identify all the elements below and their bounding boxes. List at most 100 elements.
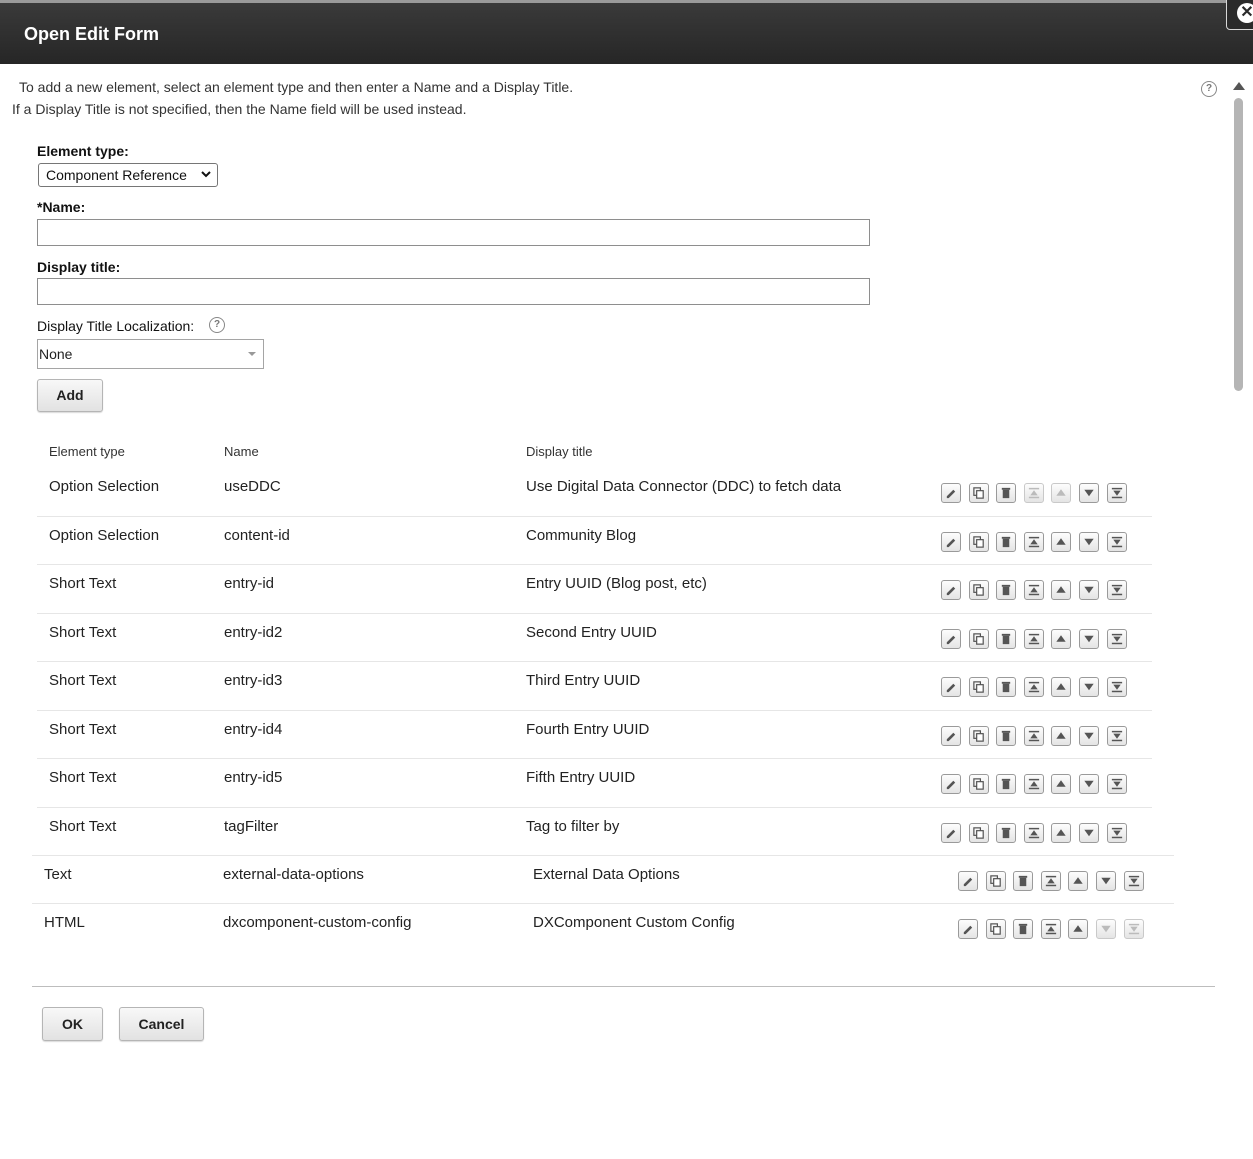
name-input[interactable] [37,219,870,246]
copy-icon[interactable] [985,919,1006,939]
row-display-title: Use Digital Data Connector (DDC) to fetc… [526,478,842,495]
edit-icon[interactable] [941,823,961,843]
table-row: Short Text entry-id2 Second Entry UUID [0,624,1253,672]
delete-icon[interactable] [996,629,1017,649]
edit-icon[interactable] [941,774,961,794]
move-up-icon[interactable] [1051,532,1072,552]
row-name: entry-id3 [224,672,283,689]
copy-icon[interactable] [968,580,989,600]
delete-icon[interactable] [996,677,1017,697]
row-actions [941,677,1134,697]
edit-icon[interactable] [941,629,961,649]
delete-icon[interactable] [996,580,1017,600]
edit-icon[interactable] [941,483,961,503]
display-title-input[interactable] [37,278,870,305]
caret-down-icon [248,352,256,356]
move-up-icon[interactable] [1068,919,1089,939]
edit-icon[interactable] [941,580,961,600]
delete-icon[interactable] [996,483,1017,503]
move-bottom-icon[interactable] [1106,726,1127,746]
copy-icon[interactable] [968,774,989,794]
row-element-type: Short Text [49,672,117,689]
move-top-icon[interactable] [1023,532,1044,552]
move-up-icon[interactable] [1051,677,1072,697]
delete-icon[interactable] [996,532,1017,552]
move-up-icon[interactable] [1068,871,1089,891]
edit-icon[interactable] [941,532,961,552]
header-display-title: Display title [526,444,593,459]
localization-help-icon[interactable]: ? [209,317,225,333]
move-top-icon[interactable] [1023,677,1044,697]
move-bottom-icon[interactable] [1106,823,1127,843]
row-name: entry-id [224,575,275,592]
copy-icon[interactable] [968,483,989,503]
move-top-icon[interactable] [1023,629,1044,649]
scrollbar-thumb[interactable] [1234,98,1243,391]
element-type-value: Component Reference [46,167,187,183]
edit-icon[interactable] [958,919,978,939]
delete-icon[interactable] [996,823,1017,843]
table-row: Text external-data-options External Data O… [0,866,1253,914]
localization-value: None [39,346,73,362]
move-down-icon[interactable] [1078,629,1099,649]
move-up-icon[interactable] [1051,629,1072,649]
move-bottom-icon[interactable] [1106,629,1127,649]
edit-icon[interactable] [941,677,961,697]
move-bottom-icon[interactable] [1106,677,1127,697]
move-up-icon[interactable] [1051,580,1072,600]
move-bottom-icon[interactable] [1106,774,1127,794]
copy-icon[interactable] [968,532,989,552]
dialog-title: Open Edit Form [24,24,159,44]
move-top-icon[interactable] [1040,871,1061,891]
move-down-icon[interactable] [1078,677,1099,697]
move-down-icon[interactable] [1078,774,1099,794]
move-bottom-icon[interactable] [1106,483,1127,503]
move-top-icon[interactable] [1023,726,1044,746]
copy-icon[interactable] [985,871,1006,891]
row-element-type: HTML [44,914,85,931]
copy-icon[interactable] [968,823,989,843]
chevron-down-icon [200,166,212,185]
add-button[interactable]: Add [37,379,103,412]
edit-icon[interactable] [958,871,978,891]
move-down-icon[interactable] [1078,483,1099,503]
close-button[interactable]: ✕ [1226,0,1253,30]
move-up-icon[interactable] [1051,823,1072,843]
footer-divider [32,986,1215,987]
help-icon[interactable]: ? [1201,81,1217,97]
move-bottom-icon[interactable] [1123,871,1144,891]
row-display-title: Tag to filter by [526,818,620,835]
move-top-icon[interactable] [1023,774,1044,794]
delete-icon[interactable] [996,726,1017,746]
copy-icon[interactable] [968,677,989,697]
row-element-type: Short Text [49,624,117,641]
localization-select[interactable]: None [37,339,264,369]
move-bottom-icon[interactable] [1106,580,1127,600]
cancel-button[interactable]: Cancel [119,1007,204,1041]
move-down-icon[interactable] [1078,726,1099,746]
move-top-icon[interactable] [1023,823,1044,843]
move-down-icon[interactable] [1078,580,1099,600]
copy-icon[interactable] [968,629,989,649]
delete-icon[interactable] [1013,871,1034,891]
element-type-select[interactable]: Component Reference [38,163,218,187]
row-element-type: Option Selection [49,478,160,495]
element-type-label: Element type: [37,143,129,159]
move-top-icon[interactable] [1023,580,1044,600]
scroll-up-icon[interactable] [1233,82,1245,90]
move-up-icon[interactable] [1051,774,1072,794]
ok-button[interactable]: OK [42,1007,103,1041]
row-name: external-data-options [223,866,364,883]
name-label: *Name: [37,199,86,215]
row-actions [941,774,1134,794]
move-up-icon[interactable] [1051,726,1072,746]
delete-icon[interactable] [996,774,1017,794]
move-top-icon[interactable] [1040,919,1061,939]
copy-icon[interactable] [968,726,989,746]
move-down-icon[interactable] [1078,532,1099,552]
move-down-icon[interactable] [1078,823,1099,843]
delete-icon[interactable] [1013,919,1034,939]
move-down-icon[interactable] [1095,871,1116,891]
edit-icon[interactable] [941,726,961,746]
move-bottom-icon[interactable] [1106,532,1127,552]
